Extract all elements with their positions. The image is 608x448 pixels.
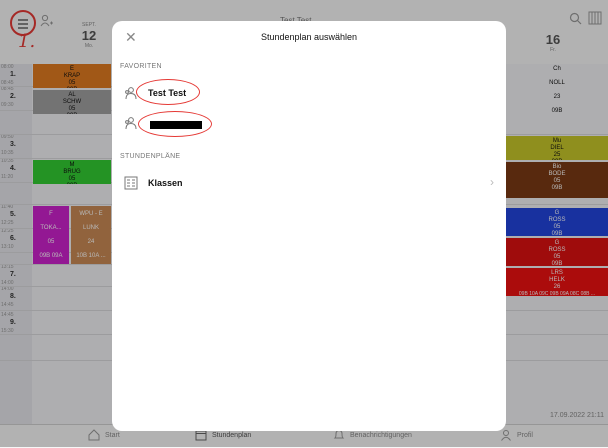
favorite-item-redacted[interactable] <box>112 109 506 139</box>
people-icon <box>124 116 138 135</box>
section-favorites: FAVORITEN <box>120 63 162 70</box>
plans-label: Klassen <box>148 178 183 188</box>
highlight-ellipse <box>138 111 212 137</box>
class-list-icon <box>124 176 138 195</box>
plans-item-klassen[interactable]: Klassen › <box>112 169 506 199</box>
dialog-title: Stundenplan auswählen <box>260 32 358 42</box>
chevron-right-icon: › <box>490 175 494 189</box>
section-plans: STUNDENPLÄNE <box>120 153 181 160</box>
favorite-item-test-test[interactable]: Test Test <box>112 79 506 109</box>
highlight-ellipse <box>136 79 200 105</box>
timetable-select-dialog: ✕ Stundenplan auswählen FAVORITEN Test T… <box>112 21 506 431</box>
